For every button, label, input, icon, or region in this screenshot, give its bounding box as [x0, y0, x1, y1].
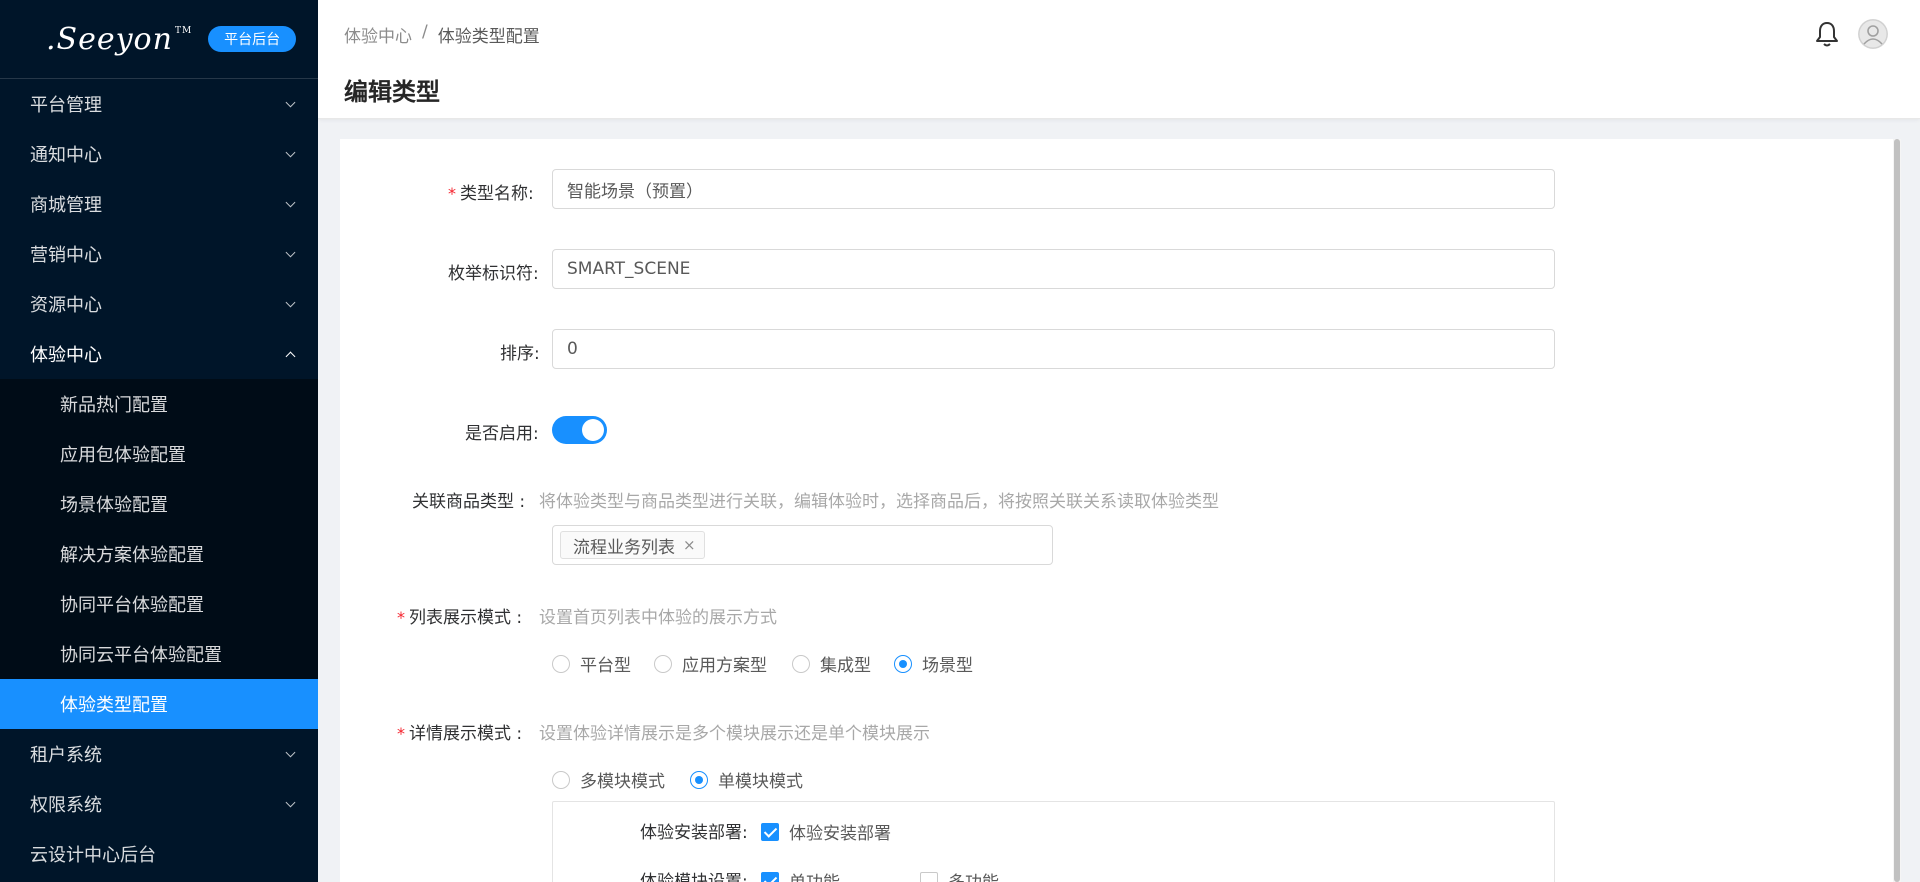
install-deploy-label: 体验安装部署: — [640, 823, 748, 843]
required-asterisk-icon: * — [397, 608, 405, 627]
sidebar: .Seeyon TM 平台后台 平台管理 通知中心 商城管理 营销中心 资源中心 … — [0, 0, 318, 882]
required-asterisk-icon: * — [397, 724, 405, 743]
list-mode-option-scene[interactable]: 场景型 — [894, 651, 973, 676]
chevron-down-icon — [286, 249, 296, 259]
platform-badge: 平台后台 — [208, 26, 297, 52]
product-type-label: 关联商品类型 : — [412, 492, 526, 512]
radio-icon — [552, 770, 570, 789]
page-title: 编辑类型 — [344, 78, 440, 106]
sidebar-item-tenant-system[interactable]: 租户系统 — [0, 729, 318, 779]
submenu-item-app-package[interactable]: 应用包体验配置 — [0, 429, 318, 479]
install-deploy-checkbox[interactable]: 体验安装部署 — [761, 819, 891, 844]
submenu-item-scene[interactable]: 场景体验配置 — [0, 479, 318, 529]
submenu-item-collab-cloud-platform[interactable]: 协同云平台体验配置 — [0, 629, 318, 679]
module-setting-multi-checkbox[interactable]: 多功能 — [920, 868, 999, 882]
sidebar-menu: 平台管理 通知中心 商城管理 营销中心 资源中心 体验中心 新品热门配置 应用包… — [0, 79, 318, 879]
submenu-item-collab-platform[interactable]: 协同平台体验配置 — [0, 579, 318, 629]
sidebar-item-platform-management[interactable]: 平台管理 — [0, 79, 318, 129]
chevron-down-icon — [286, 199, 296, 209]
list-mode-label: * 列表展示模式 : — [397, 608, 523, 628]
product-type-tag: 流程业务列表 × — [560, 531, 705, 559]
submenu-item-new-hot[interactable]: 新品热门配置 — [0, 379, 318, 429]
type-name-input[interactable]: 智能场景（预置） — [552, 169, 1555, 209]
breadcrumb-experience-center[interactable]: 体验中心 — [344, 22, 412, 47]
page-header: 体验中心 / 体验类型配置 编辑类型 — [318, 0, 1920, 119]
chevron-down-icon — [286, 99, 296, 109]
experience-center-submenu: 新品热门配置 应用包体验配置 场景体验配置 解决方案体验配置 协同平台体验配置 … — [0, 379, 318, 729]
radio-icon — [792, 654, 810, 673]
detail-mode-option-single[interactable]: 单模块模式 — [690, 767, 803, 792]
brand-header: .Seeyon TM 平台后台 — [0, 0, 318, 79]
radio-checked-icon — [894, 654, 912, 673]
toggle-knob — [582, 419, 604, 441]
radio-icon — [654, 654, 672, 673]
enum-identifier-input[interactable]: SMART_SCENE — [552, 249, 1555, 289]
submenu-item-experience-type[interactable]: 体验类型配置 — [0, 679, 318, 729]
chevron-down-icon — [286, 749, 296, 759]
chevron-down-icon — [286, 799, 296, 809]
list-mode-option-integrated[interactable]: 集成型 — [792, 651, 871, 676]
breadcrumb-separator: / — [422, 22, 428, 42]
breadcrumb-current: 体验类型配置 — [437, 27, 540, 47]
sidebar-item-resource-center[interactable]: 资源中心 — [0, 279, 318, 329]
detail-mode-label: * 详情展示模式 : — [397, 724, 523, 744]
chevron-down-icon — [286, 149, 296, 159]
sidebar-item-experience-center[interactable]: 体验中心 — [0, 329, 318, 379]
close-icon[interactable]: × — [683, 536, 696, 554]
scrollbar[interactable] — [1893, 139, 1901, 882]
list-mode-option-app-solution[interactable]: 应用方案型 — [654, 651, 767, 676]
sort-label: 排序: — [500, 344, 540, 364]
type-name-label: * 类型名称: — [448, 184, 534, 204]
seeyon-logo: .Seeyon TM — [46, 21, 193, 57]
checkbox-checked-icon — [761, 822, 779, 841]
user-avatar-icon[interactable] — [1858, 19, 1888, 49]
product-type-hint: 将体验类型与商品类型进行关联，编辑体验时，选择商品后，将按照关联关系读取体验类型 — [539, 492, 1219, 512]
sidebar-item-marketing-center[interactable]: 营销中心 — [0, 229, 318, 279]
module-setting-single-checkbox[interactable]: 单功能 — [761, 868, 840, 882]
sidebar-item-notification-center[interactable]: 通知中心 — [0, 129, 318, 179]
enabled-label: 是否启用: — [465, 424, 539, 444]
required-asterisk-icon: * — [448, 184, 456, 203]
enabled-toggle[interactable] — [552, 416, 607, 444]
list-mode-hint: 设置首页列表中体验的展示方式 — [539, 608, 777, 628]
enum-identifier-label: 枚举标识符: — [448, 264, 539, 284]
radio-checked-icon — [690, 770, 708, 789]
sidebar-item-permission-system[interactable]: 权限系统 — [0, 779, 318, 829]
scrollbar-thumb[interactable] — [1894, 139, 1900, 882]
sidebar-item-cloud-design-admin[interactable]: 云设计中心后台 — [0, 829, 318, 879]
breadcrumb: 体验中心 / 体验类型配置 — [344, 22, 540, 47]
list-mode-option-platform[interactable]: 平台型 — [552, 651, 631, 676]
sidebar-item-mall-management[interactable]: 商城管理 — [0, 179, 318, 229]
checkbox-checked-icon — [761, 871, 779, 882]
chevron-down-icon — [286, 299, 296, 309]
sort-input[interactable]: 0 — [552, 329, 1555, 369]
module-setting-label: 体验模块设置: — [640, 872, 748, 882]
detail-mode-hint: 设置体验详情展示是多个模块展示还是单个模块展示 — [539, 724, 930, 744]
bell-icon[interactable] — [1814, 20, 1840, 48]
submenu-item-solution[interactable]: 解决方案体验配置 — [0, 529, 318, 579]
checkbox-icon — [920, 871, 938, 882]
chevron-up-icon — [286, 349, 296, 359]
detail-mode-option-multi[interactable]: 多模块模式 — [552, 767, 665, 792]
radio-icon — [552, 654, 570, 673]
